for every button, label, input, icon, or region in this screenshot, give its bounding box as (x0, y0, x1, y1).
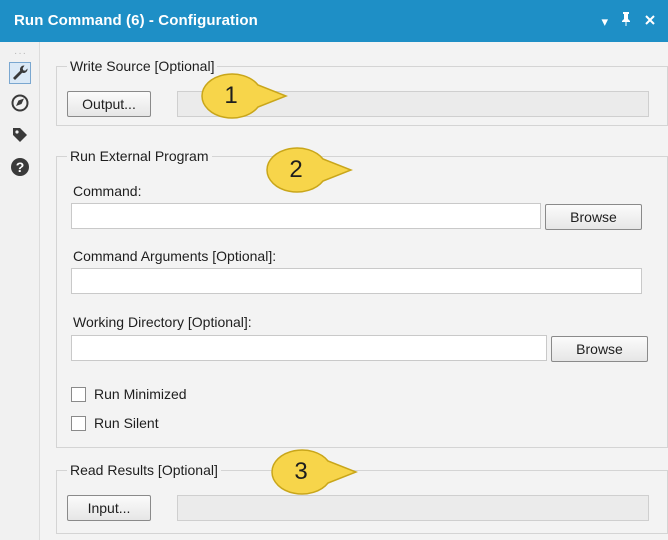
window-controls: ▾ (601, 11, 656, 32)
pin-icon[interactable] (620, 11, 632, 32)
window-titlebar: Run Command (6) - Configuration ▾ (0, 0, 668, 42)
input-path-field (177, 495, 649, 521)
run-minimized-label: Run Minimized (94, 386, 187, 402)
help-icon[interactable]: ? (9, 156, 31, 178)
run-minimized-box[interactable] (71, 386, 86, 402)
command-arguments-input[interactable] (72, 269, 641, 293)
command-input[interactable] (72, 204, 540, 228)
input-button[interactable]: Input... (67, 495, 151, 521)
close-icon[interactable] (644, 13, 656, 31)
window-title: Run Command (6) - Configuration (14, 12, 258, 29)
callout-1: 1 (198, 72, 288, 120)
run-silent-box[interactable] (71, 415, 86, 431)
command-browse-button[interactable]: Browse (545, 204, 642, 230)
svg-text:?: ? (16, 159, 25, 175)
callout-2: 2 (263, 146, 353, 194)
run-minimized-checkbox[interactable]: Run Minimized (71, 386, 187, 402)
callout-3: 3 (268, 448, 358, 496)
command-label: Command: (73, 183, 142, 199)
command-arguments-label: Command Arguments [Optional]: (73, 248, 277, 264)
write-source-group: Write Source [Optional] Output... (56, 58, 668, 126)
working-directory-label: Working Directory [Optional]: (73, 314, 252, 330)
callout-1-number: 1 (224, 82, 238, 109)
working-directory-browse-button[interactable]: Browse (551, 336, 648, 362)
input-path-input (178, 496, 648, 520)
grip-dots: ··· (14, 48, 27, 59)
command-field[interactable] (71, 203, 541, 229)
working-directory-field[interactable] (71, 335, 547, 361)
wrench-icon[interactable] (9, 62, 31, 84)
callout-3-number: 3 (294, 458, 308, 485)
external-program-group: Run External Program Command: Browse Com… (56, 148, 668, 448)
run-silent-checkbox[interactable]: Run Silent (71, 415, 159, 431)
config-sidebar: ··· ? (0, 42, 40, 540)
read-results-title: Read Results [Optional] (67, 462, 221, 478)
external-program-title: Run External Program (67, 148, 212, 164)
compass-icon[interactable] (9, 92, 31, 114)
run-silent-label: Run Silent (94, 415, 159, 431)
tag-icon[interactable] (9, 124, 31, 146)
dropdown-arrow-icon[interactable]: ▾ (601, 13, 608, 31)
read-results-group: Read Results [Optional] Input... (56, 462, 668, 534)
command-arguments-field[interactable] (71, 268, 642, 294)
working-directory-input[interactable] (72, 336, 546, 360)
write-source-title: Write Source [Optional] (67, 58, 218, 74)
output-button[interactable]: Output... (67, 91, 151, 117)
callout-2-number: 2 (289, 156, 303, 183)
